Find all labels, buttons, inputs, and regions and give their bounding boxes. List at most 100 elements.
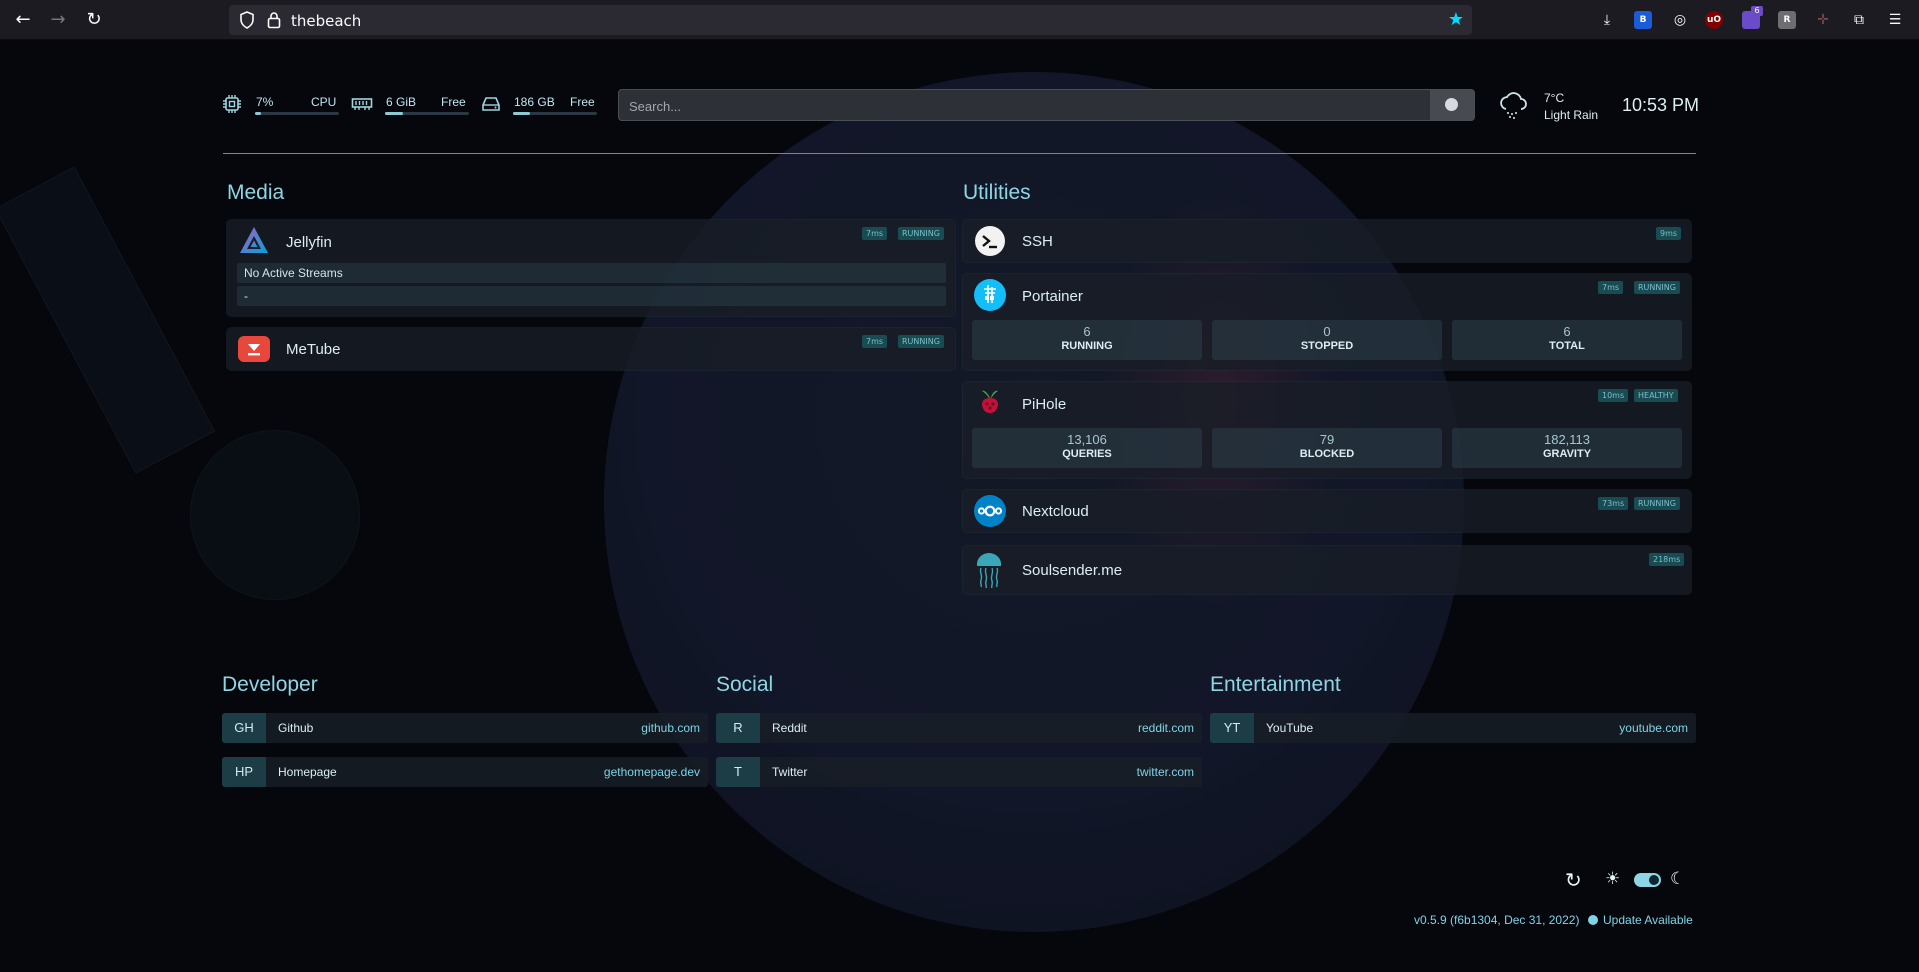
extensions-puzzle-icon[interactable]: ⧉ (1849, 10, 1869, 30)
extension-badge: 6 (1751, 6, 1763, 16)
search-input[interactable] (629, 96, 1429, 116)
bookmark-abbr: GH (222, 713, 266, 743)
bookmark-url: twitter.com (1136, 765, 1194, 779)
disk-usage-bar (513, 112, 597, 115)
address-bar[interactable]: thebeach ★ (229, 5, 1472, 35)
rain-cloud-icon (1500, 92, 1527, 119)
pihole-icon (982, 390, 998, 413)
shield-icon[interactable] (239, 11, 255, 29)
metube-icon (238, 336, 270, 362)
section-title-media: Media (227, 181, 285, 204)
service-name: Portainer (1022, 288, 1083, 305)
stat-block-total: 6 TOTAL (1452, 320, 1682, 360)
section-title-developer: Developer (222, 673, 318, 696)
bookmark-name: Reddit (772, 721, 807, 735)
bookmark-twitter[interactable]: T Twitter twitter.com (716, 757, 1202, 787)
bookmark-name: Twitter (772, 765, 808, 779)
status-badge: RUNNING (1634, 497, 1680, 510)
cpu-value: 7% (256, 95, 274, 109)
memory-value: 6 GiB (386, 95, 417, 109)
jellyfish-icon (977, 553, 1001, 588)
ublock-extension-icon[interactable]: uO (1705, 11, 1723, 29)
status-badge: RUNNING (898, 227, 944, 240)
target-extension-icon[interactable]: ✛ (1813, 10, 1833, 30)
refresh-icon[interactable]: ↻ (1565, 868, 1582, 892)
service-name: Nextcloud (1022, 503, 1089, 520)
browser-toolbar: ← → ↻ thebeach ★ ⤓ B ◎ uO 6 R ✛ ⧉ ☰ (0, 0, 1919, 40)
stat-block-gravity: 182,113 GRAVITY (1452, 428, 1682, 468)
reader-extension-icon[interactable]: R (1778, 11, 1796, 29)
search-engine-icon (1445, 98, 1458, 111)
moon-icon[interactable]: ☾ (1670, 869, 1685, 889)
ping-badge: 7ms (1598, 281, 1624, 294)
weather-condition: Light Rain (1544, 108, 1599, 122)
service-name: PiHole (1022, 396, 1067, 413)
service-card-jellyfin[interactable]: Jellyfin 7ms RUNNING No Active Streams - (227, 220, 955, 316)
cpu-icon (223, 95, 241, 113)
search-engine-button[interactable] (1430, 90, 1474, 120)
bookmark-name: Homepage (278, 765, 337, 779)
ping-badge: 7ms (862, 227, 888, 240)
url-text[interactable]: thebeach (291, 12, 361, 30)
bookmark-abbr: YT (1210, 713, 1254, 743)
service-card-soulsender[interactable]: Soulsender.me 218ms (963, 546, 1691, 594)
service-card-metube[interactable]: MeTube 7ms RUNNING (227, 328, 955, 370)
terminal-icon (975, 226, 1005, 256)
section-title-entertainment: Entertainment (1210, 673, 1341, 696)
service-card-pihole[interactable]: PiHole 10ms HEALTHY 13,106 QUERIES 79 BLOC… (963, 382, 1691, 478)
stat-block-running: 6 RUNNING (972, 320, 1202, 360)
stream-detail: - (237, 286, 946, 306)
service-card-portainer[interactable]: Portainer 7ms RUNNING 6 RUNNING 0 STOPPED … (963, 274, 1691, 370)
background-satellite-panel (0, 166, 216, 474)
bookmark-url: gethomepage.dev (603, 765, 700, 779)
ping-badge: 73ms (1598, 497, 1629, 510)
memory-icon (351, 98, 373, 110)
memory-label: Free (441, 95, 466, 109)
search-box[interactable] (618, 89, 1475, 121)
reload-icon[interactable]: ↻ (82, 8, 106, 32)
menu-icon[interactable]: ☰ (1885, 10, 1905, 30)
lock-icon[interactable] (266, 11, 282, 29)
back-icon[interactable]: ← (11, 8, 35, 32)
bookmark-name: YouTube (1266, 721, 1314, 735)
stream-status: No Active Streams (237, 263, 946, 283)
section-title-social: Social (716, 673, 774, 696)
weather-temp: 7°C (1544, 91, 1565, 105)
status-badge: RUNNING (898, 335, 944, 348)
theme-toggle[interactable] (1634, 873, 1661, 887)
bitwarden-extension-icon[interactable]: B (1634, 11, 1652, 29)
bookmark-url: github.com (641, 721, 700, 735)
private-mode-extension-icon[interactable]: ◎ (1670, 10, 1690, 30)
ping-badge: 7ms (862, 335, 888, 348)
toggle-knob (1649, 875, 1659, 885)
header-divider (223, 153, 1696, 154)
sun-icon[interactable]: ☀ (1605, 869, 1620, 889)
downloads-icon[interactable]: ⤓ (1597, 10, 1617, 30)
bookmark-github[interactable]: GH Github github.com (222, 713, 708, 743)
ping-badge: 9ms (1656, 227, 1682, 240)
ping-badge: 218ms (1649, 553, 1685, 566)
bookmark-url: youtube.com (1619, 721, 1688, 735)
section-title-utilities: Utilities (963, 181, 1031, 204)
forward-icon[interactable]: → (46, 8, 70, 32)
status-badge: RUNNING (1634, 281, 1680, 294)
bookmark-youtube[interactable]: YT YouTube youtube.com (1210, 713, 1696, 743)
cpu-label: CPU (311, 95, 337, 109)
jellyfin-icon (240, 227, 268, 253)
bookmark-homepage[interactable]: HP Homepage gethomepage.dev (222, 757, 708, 787)
service-name: Soulsender.me (1022, 562, 1123, 579)
service-name: MeTube (286, 341, 341, 358)
update-icon (1588, 915, 1598, 925)
bookmark-reddit[interactable]: R Reddit reddit.com (716, 713, 1202, 743)
service-card-ssh[interactable]: SSH 9ms (963, 220, 1691, 262)
version-text[interactable]: v0.5.9 (f6b1304, Dec 31, 2022) (1414, 913, 1579, 927)
stat-block-stopped: 0 STOPPED (1212, 320, 1442, 360)
service-name: Jellyfin (286, 234, 332, 251)
bookmark-abbr: R (716, 713, 760, 743)
bookmark-star-icon[interactable]: ★ (1448, 9, 1464, 30)
clock-time: 10:53 PM (1622, 95, 1700, 115)
update-available-link[interactable]: Update Available (1603, 913, 1693, 927)
disk-value: 186 GB (514, 95, 555, 109)
service-card-nextcloud[interactable]: Nextcloud 73ms RUNNING (963, 490, 1691, 532)
service-name: SSH (1022, 233, 1053, 250)
